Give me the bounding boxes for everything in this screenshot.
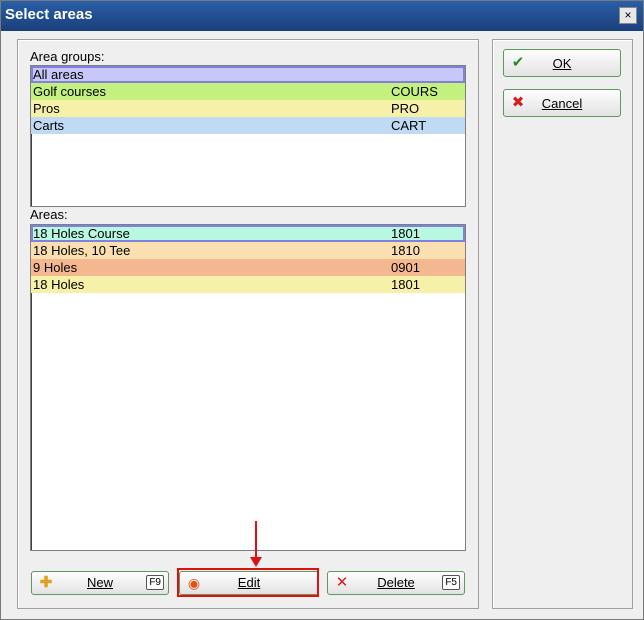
item-code: 1810	[391, 243, 420, 258]
list-item[interactable]: 18 Holes 1801	[31, 276, 465, 293]
item-name: 18 Holes Course	[33, 226, 130, 241]
item-name: 9 Holes	[33, 260, 78, 275]
ok-button[interactable]: ✔ OK	[503, 49, 621, 77]
item-name: Pros	[33, 101, 60, 116]
list-item[interactable]: All areas	[31, 66, 465, 83]
new-shortcut: F9	[146, 575, 164, 590]
item-code: 1801	[391, 277, 420, 292]
area-groups-label: Area groups:	[30, 49, 105, 64]
close-icon: ×	[624, 8, 632, 22]
list-item[interactable]: 18 Holes, 10 Tee 1810	[31, 242, 465, 259]
item-name: 18 Holes	[33, 277, 85, 292]
item-name: All areas	[33, 67, 84, 82]
annotation-arrow-head	[250, 557, 262, 567]
areas-list[interactable]: 18 Holes Course 1801 18 Holes, 10 Tee 1810 9…	[30, 224, 466, 551]
ok-label: OK	[552, 56, 572, 71]
list-item[interactable]: 18 Holes Course 1801	[31, 225, 465, 242]
new-button[interactable]: ✚ New F9	[31, 571, 169, 595]
edit-highlight-box	[177, 568, 319, 597]
cancel-label: Cancel	[541, 96, 583, 111]
cancel-button[interactable]: ✖ Cancel	[503, 89, 621, 117]
item-code: 1801	[391, 226, 420, 241]
annotation-arrow-line	[255, 521, 257, 559]
close-button[interactable]: ×	[619, 7, 637, 24]
list-item[interactable]: Pros PRO	[31, 100, 465, 117]
item-code: 0901	[391, 260, 420, 275]
delete-shortcut: F5	[442, 575, 460, 590]
item-name: Golf courses	[33, 84, 106, 99]
delete-button[interactable]: ✕ Delete F5	[327, 571, 465, 595]
right-panel	[492, 39, 633, 609]
area-groups-list[interactable]: All areas Golf courses COURS Pros PRO Carts CA…	[30, 65, 466, 207]
item-name: 18 Holes, 10 Tee	[33, 243, 131, 258]
list-item[interactable]: Carts CART	[31, 117, 465, 134]
list-item[interactable]: 9 Holes 0901	[31, 259, 465, 276]
title-bar: Select areas ×	[1, 1, 643, 31]
item-code: PRO	[391, 101, 420, 116]
item-name: Carts	[33, 118, 65, 133]
select-areas-dialog: Select areas × Area groups: All areas Gol…	[0, 0, 644, 620]
list-item[interactable]: Golf courses COURS	[31, 83, 465, 100]
item-code: CART	[391, 118, 427, 133]
areas-label: Areas:	[30, 207, 68, 222]
window-title: Select areas	[5, 6, 93, 23]
item-code: COURS	[391, 84, 438, 99]
